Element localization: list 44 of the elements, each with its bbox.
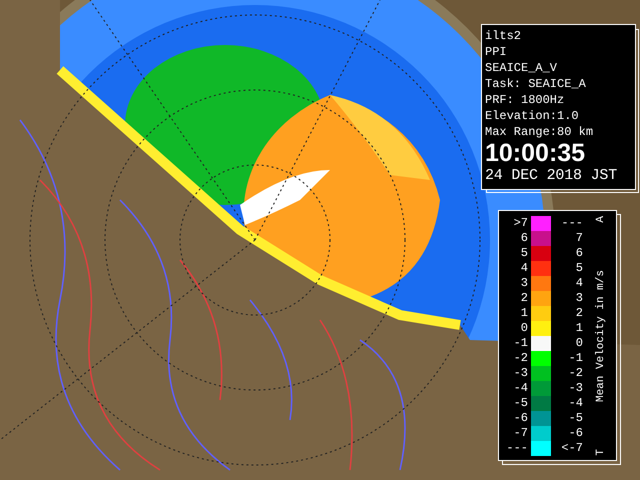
legend-mark: T (595, 449, 607, 456)
legend-label: 4 (574, 276, 583, 291)
legend-label: -2 (568, 366, 583, 381)
legend-label: 3 (574, 291, 583, 306)
legend-label: --- (560, 216, 583, 231)
time-text: 10:00:35 (485, 140, 586, 166)
legend-label: -6 (512, 411, 529, 426)
legend-label: <-7 (560, 441, 583, 456)
legend-label: 2 (574, 306, 583, 321)
legend-label: 6 (520, 231, 529, 246)
date-text: 24 DEC 2018 JST (485, 166, 618, 186)
info-line: Task: SEAICE_A (485, 76, 587, 92)
legend-label: -3 (512, 366, 529, 381)
legend-label: >7 (512, 216, 529, 231)
info-line: ilts2 (485, 28, 522, 44)
legend-label: 6 (574, 246, 583, 261)
info-line: PRF: 1800Hz (485, 92, 566, 108)
legend-label: --- (505, 441, 529, 456)
legend-label: -7 (512, 426, 529, 441)
legend-label: 4 (520, 261, 529, 276)
legend-label: 0 (520, 321, 529, 336)
legend-mark: A (595, 216, 607, 223)
legend-label: 3 (520, 276, 529, 291)
legend-label: 1 (520, 306, 529, 321)
legend-label: 1 (574, 321, 583, 336)
legend-label: -2 (512, 351, 529, 366)
legend-label: 7 (574, 231, 583, 246)
legend-label: 5 (520, 246, 529, 261)
legend-label: -1 (512, 336, 529, 351)
info-line: Elevation:1.0 (485, 108, 580, 124)
legend-label: -6 (568, 426, 583, 441)
legend-label: 5 (574, 261, 583, 276)
legend-title: Mean Velocity in m/s (595, 270, 607, 402)
info-line: PPI (485, 44, 508, 60)
legend-label: -5 (568, 411, 583, 426)
legend-label: 0 (574, 336, 583, 351)
legend-label: -5 (512, 396, 529, 411)
legend-label: 2 (520, 291, 529, 306)
info-line: Max Range:80 km (485, 124, 594, 140)
legend-label: -1 (568, 351, 583, 366)
legend-label: -4 (568, 396, 583, 411)
legend-label: -4 (512, 381, 529, 396)
legend-label: -3 (568, 381, 583, 396)
info-line: SEAICE_A_V (485, 60, 558, 76)
